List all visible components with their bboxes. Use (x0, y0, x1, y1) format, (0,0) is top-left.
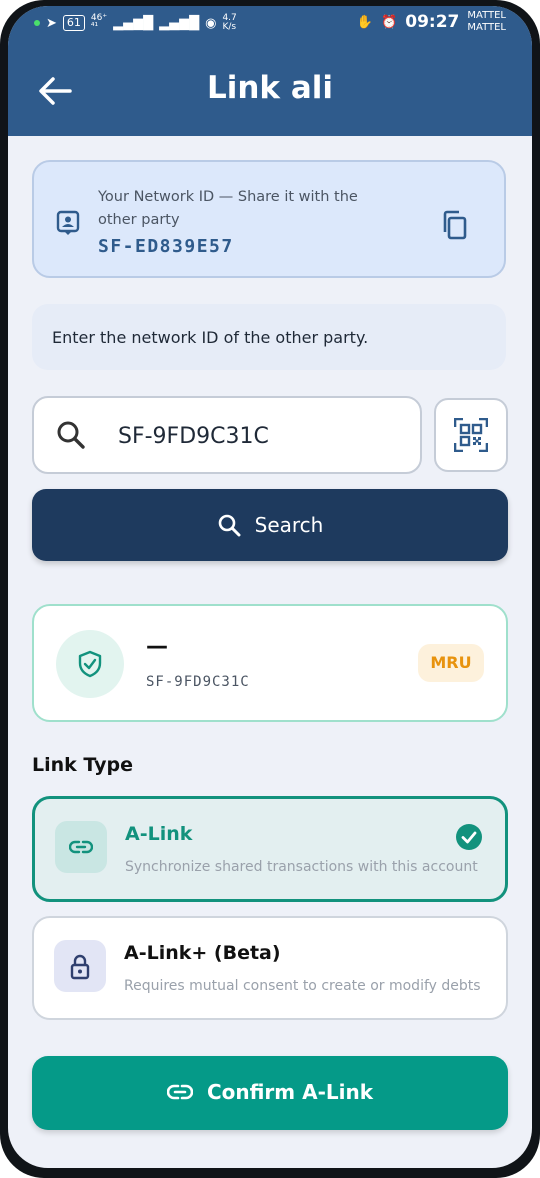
phone-frame: ➤ 61 46⁺ ⁴¹ ▂▄▆█ ▂▄▆█ ◉ 4.7 K/s ✋ ⏰ 09:27 … (0, 0, 540, 1178)
carriers: MATTEL MATTEL (467, 10, 506, 33)
link-option-a-link[interactable]: A-Link Synchronize shared transactions w… (32, 796, 508, 902)
search-button-label: Search (254, 513, 324, 537)
network-type: 46⁺ ⁴¹ (90, 13, 108, 32)
notification-dot-icon (34, 20, 40, 26)
network-speed: 4.7 K/s (222, 13, 237, 32)
network-id-label: Your Network ID — Share it with the othe… (98, 189, 358, 228)
link-option-description: Synchronize shared transactions with thi… (125, 859, 478, 875)
link-icon (166, 1084, 193, 1100)
search-button-content: Search (32, 513, 508, 537)
lock-icon-box (54, 940, 106, 992)
confirm-link-button[interactable]: Confirm A-Link (32, 1056, 508, 1130)
link-type-heading: Link Type (32, 754, 133, 776)
link-icon-box (55, 821, 107, 873)
network-id-card: Your Network ID — Share it with the othe… (32, 160, 506, 278)
link-option-title: A-Link+ (Beta) (124, 942, 281, 964)
battery-level: 61 (62, 15, 85, 31)
status-right: ✋ ⏰ 09:27 MATTEL MATTEL (357, 10, 506, 34)
signal-icon: ▂▄▆█ (113, 15, 154, 31)
party-name: — (146, 634, 168, 659)
app-screen: ➤ 61 46⁺ ⁴¹ ▂▄▆█ ▂▄▆█ ◉ 4.7 K/s ✋ ⏰ 09:27 … (8, 6, 532, 1168)
clock: 09:27 (405, 12, 460, 32)
link-option-title: A-Link (125, 823, 193, 845)
location-icon: ➤ (46, 15, 57, 31)
search-button[interactable]: Search (32, 489, 508, 561)
copy-icon[interactable] (442, 210, 468, 240)
page-title: Link ali (206, 70, 334, 106)
app-header: ➤ 61 46⁺ ⁴¹ ▂▄▆█ ▂▄▆█ ◉ 4.7 K/s ✋ ⏰ 09:27 … (8, 6, 532, 136)
id-badge-icon (56, 210, 80, 235)
lock-icon (70, 954, 90, 980)
search-icon (57, 421, 85, 449)
network-id-value: SF-ED839E57 (98, 236, 234, 257)
verified-avatar (56, 630, 124, 698)
qr-code-icon (454, 418, 488, 452)
hotspot-icon: ◉ (205, 15, 217, 31)
alarm-icon: ⏰ (381, 14, 398, 30)
link-icon (69, 840, 93, 854)
qr-scan-button[interactable] (434, 398, 508, 472)
confirm-button-content: Confirm A-Link (32, 1080, 508, 1104)
do-not-disturb-icon: ✋ (356, 14, 374, 30)
link-option-description: Requires mutual consent to create or mod… (124, 978, 481, 994)
found-party-card[interactable]: — SF-9FD9C31C MRU (32, 604, 508, 722)
search-icon (218, 514, 241, 537)
confirm-button-label: Confirm A-Link (206, 1080, 374, 1104)
shield-check-icon (78, 650, 102, 678)
status-bar: ➤ 61 46⁺ ⁴¹ ▂▄▆█ ▂▄▆█ ◉ 4.7 K/s ✋ ⏰ 09:27 … (8, 6, 532, 46)
instruction-text: Enter the network ID of the other party. (52, 328, 369, 347)
currency-badge: MRU (418, 644, 484, 682)
instruction-hint: Enter the network ID of the other party. (32, 304, 506, 370)
network-id-search-field[interactable] (32, 396, 422, 474)
status-left: ➤ 61 46⁺ ⁴¹ ▂▄▆█ ▂▄▆█ ◉ 4.7 K/s (34, 14, 237, 32)
signal-2-icon: ▂▄▆█ (159, 15, 200, 31)
network-id-input[interactable] (116, 416, 410, 456)
party-network-id: SF-9FD9C31C (146, 674, 250, 690)
link-option-a-link-plus[interactable]: A-Link+ (Beta) Requires mutual consent t… (32, 916, 508, 1020)
check-circle-icon (456, 824, 482, 850)
